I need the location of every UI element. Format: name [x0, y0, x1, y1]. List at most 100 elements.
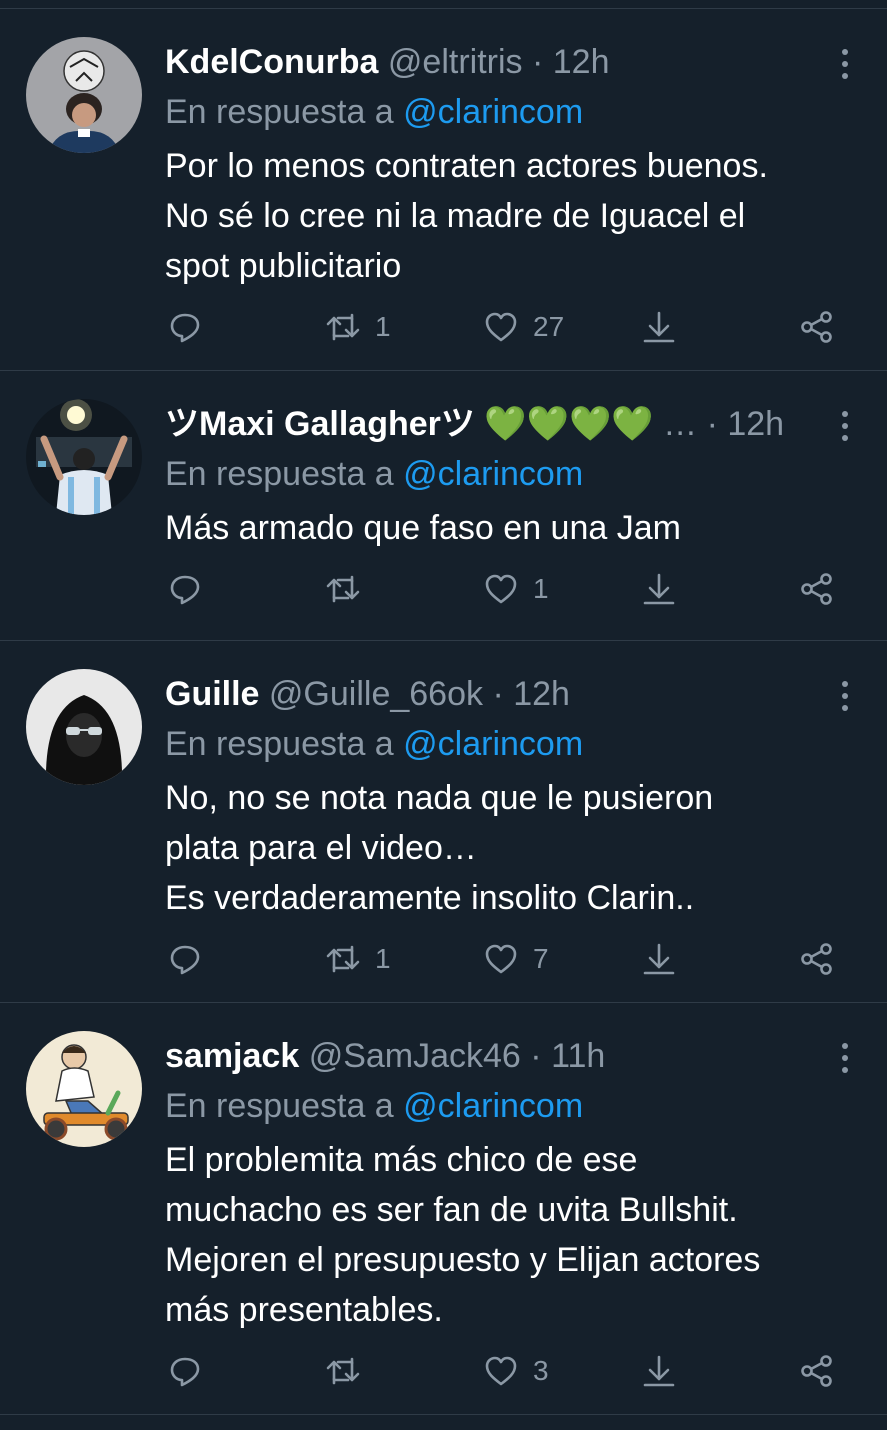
tweet-text-line: Mejoren el presupuesto y Elijan actores	[165, 1241, 761, 1279]
heart-icon	[485, 1356, 517, 1386]
more-options-icon[interactable]	[837, 681, 853, 711]
more-options-icon[interactable]	[837, 411, 853, 441]
separator-dot: ·	[530, 1037, 542, 1075]
name-emoji: 💚💚💚💚	[484, 405, 654, 443]
reply-icon	[170, 313, 200, 343]
tweet-text-line: No sé lo cree ni la madre de Iguacel el	[165, 197, 746, 235]
more-options-icon[interactable]	[837, 49, 853, 79]
tweet-text-line: El problemita más chico de ese	[165, 1141, 638, 1179]
display-name[interactable]: samjack	[165, 1037, 299, 1075]
display-name[interactable]: KdelConurba	[165, 43, 378, 81]
retweet-icon	[326, 1357, 360, 1385]
tweet-text-line: No, no se nota nada que le pusieron	[165, 779, 714, 817]
like-count: 7	[533, 943, 549, 974]
heart-icon	[485, 944, 517, 974]
reply-context: En respuesta a @clarincom	[165, 721, 847, 767]
reply-context: En respuesta a @clarincom	[165, 451, 847, 497]
reply-prefix: En respuesta a	[165, 1087, 394, 1125]
tweet-text-line: Es verdaderamente insolito Clarin..	[165, 879, 695, 917]
bookmark-button[interactable]	[641, 569, 677, 609]
like-count: 27	[533, 311, 565, 342]
bookmark-button[interactable]	[641, 939, 677, 979]
retweet-button[interactable]	[325, 1351, 375, 1391]
reply-button[interactable]	[167, 1351, 217, 1391]
reply-feed: KdelConurba @eltritris · 12h En respuest…	[0, 0, 887, 1415]
tweet[interactable]: samjack @SamJack46 · 11h En respuesta a …	[0, 1003, 887, 1415]
timestamp[interactable]: 11h	[551, 1037, 605, 1075]
tweet-text: Por lo menos contraten actores buenos. N…	[165, 141, 847, 291]
retweet-count: 1	[375, 311, 391, 342]
avatar[interactable]	[26, 399, 142, 515]
avatar[interactable]	[26, 669, 142, 785]
tweet-text: No, no se nota nada que le pusieron plat…	[165, 773, 847, 923]
avatar[interactable]	[26, 37, 142, 153]
display-name[interactable]: ツMaxi Gallagherツ	[165, 405, 475, 443]
reply-prefix: En respuesta a	[165, 93, 394, 131]
share-button[interactable]	[799, 307, 835, 347]
tweet-header: Guille @Guille_66ok · 12h	[165, 671, 847, 717]
share-icon	[801, 1355, 832, 1387]
like-count: 3	[533, 1355, 549, 1386]
bookmark-button[interactable]	[641, 307, 677, 347]
bookmark-button[interactable]	[641, 1351, 677, 1391]
reply-mention-link[interactable]: @clarincom	[403, 455, 583, 493]
tweet-text-line: plata para el video…	[165, 829, 477, 867]
heart-icon	[485, 312, 517, 342]
download-icon	[643, 943, 675, 975]
retweet-button[interactable]: 1	[325, 939, 391, 979]
share-button[interactable]	[799, 939, 835, 979]
share-button[interactable]	[799, 1351, 835, 1391]
reply-icon	[170, 575, 200, 605]
separator-dot: ·	[531, 43, 544, 81]
tweet[interactable]: Guille @Guille_66ok · 12h En respuesta a…	[0, 641, 887, 1003]
reply-mention-link[interactable]: @clarincom	[403, 1087, 583, 1125]
tweet-actions: 1 7	[165, 939, 847, 979]
top-divider	[0, 0, 887, 9]
user-handle[interactable]: @Guille_66ok	[269, 675, 483, 713]
retweet-icon	[326, 945, 360, 973]
share-icon	[801, 311, 832, 343]
reply-icon	[170, 1357, 200, 1387]
retweet-count: 1	[375, 943, 391, 974]
tweet[interactable]: ツMaxi Gallagherツ 💚💚💚💚 … · 12h En respues…	[0, 371, 887, 641]
tweet-text-line: Más armado que faso en una Jam	[165, 509, 681, 547]
like-button[interactable]: 27	[483, 307, 564, 347]
user-handle[interactable]: @eltritris	[388, 43, 523, 81]
avatar[interactable]	[26, 1031, 142, 1147]
retweet-icon	[326, 575, 360, 603]
retweet-icon	[326, 313, 360, 341]
heart-icon	[485, 574, 517, 604]
tweet[interactable]: KdelConurba @eltritris · 12h En respuest…	[0, 9, 887, 371]
share-icon	[801, 573, 832, 605]
retweet-button[interactable]	[325, 569, 375, 609]
user-handle[interactable]: @SamJack46	[309, 1037, 521, 1075]
like-button[interactable]: 7	[483, 939, 549, 979]
tweet-header: KdelConurba @eltritris · 12h	[165, 39, 847, 85]
tweet-actions: 3	[165, 1351, 847, 1391]
timestamp[interactable]: 12h	[513, 675, 570, 713]
reply-context: En respuesta a @clarincom	[165, 89, 847, 135]
like-button[interactable]: 1	[483, 569, 549, 609]
name-truncation: …	[663, 405, 698, 443]
reply-button[interactable]	[167, 939, 217, 979]
separator-dot: ·	[706, 405, 718, 443]
reply-icon	[170, 945, 200, 975]
tweet-header: samjack @SamJack46 · 11h	[165, 1033, 847, 1079]
tweet-text-line: Por lo menos contraten actores buenos.	[165, 147, 768, 185]
timestamp[interactable]: 12h	[727, 405, 784, 443]
more-options-icon[interactable]	[837, 1043, 853, 1073]
retweet-button[interactable]: 1	[325, 307, 391, 347]
display-name[interactable]: Guille	[165, 675, 259, 713]
reply-prefix: En respuesta a	[165, 725, 394, 763]
like-button[interactable]: 3	[483, 1351, 549, 1391]
share-button[interactable]	[799, 569, 835, 609]
tweet-actions: 1	[165, 569, 847, 609]
reply-mention-link[interactable]: @clarincom	[403, 725, 583, 763]
reply-context: En respuesta a @clarincom	[165, 1083, 847, 1129]
like-count: 1	[533, 573, 549, 604]
timestamp[interactable]: 12h	[553, 43, 610, 81]
reply-mention-link[interactable]: @clarincom	[403, 93, 583, 131]
reply-button[interactable]	[167, 307, 217, 347]
separator-dot: ·	[492, 675, 504, 713]
reply-button[interactable]	[167, 569, 217, 609]
